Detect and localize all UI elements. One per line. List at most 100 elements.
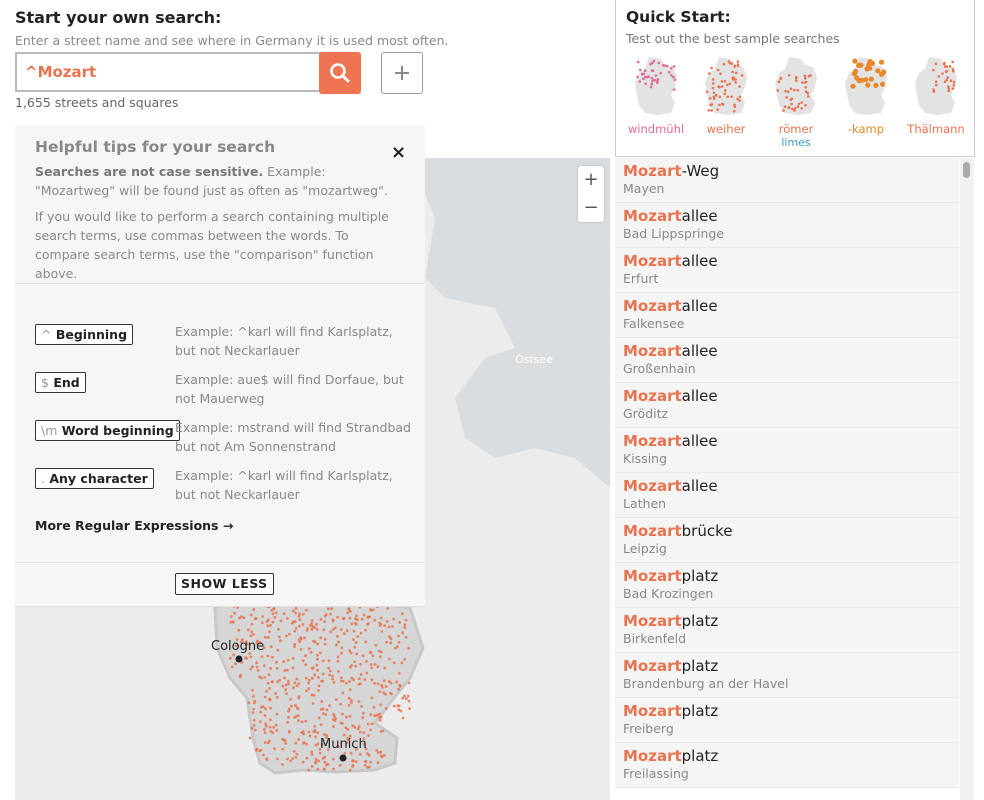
zoom-control: + − (578, 166, 604, 222)
street-suffix: allee (681, 207, 718, 225)
quick-start-item[interactable]: -kamp (831, 55, 901, 136)
result-row[interactable]: Mozartallee Bad Lippspringe (615, 203, 959, 248)
street-suffix: allee (681, 477, 718, 495)
show-less-button[interactable]: SHOW LESS (175, 573, 274, 595)
result-row[interactable]: Mozartallee Kissing (615, 428, 959, 473)
result-row[interactable]: Mozartplatz Freiberg (615, 698, 959, 743)
street-match: Mozart (623, 252, 682, 270)
regex-symbol: $ (41, 375, 49, 390)
street-suffix: platz (681, 567, 719, 585)
street-suffix: allee (681, 252, 718, 270)
street-name: Mozartallee (623, 383, 959, 405)
city-label-cologne: Cologne (211, 639, 264, 654)
regex-symbol: . (41, 471, 45, 486)
quick-start-label: windmühl (627, 122, 685, 136)
street-match: Mozart (623, 567, 682, 585)
street-match: Mozart (623, 612, 682, 630)
quick-start-sublabel: limes (781, 136, 811, 149)
regex-label: Word beginning (61, 423, 174, 438)
tips-panel: Helpful tips for your search × Searches … (15, 126, 425, 607)
result-row[interactable]: Mozartallee Erfurt (615, 248, 959, 293)
divider (15, 562, 425, 563)
germany-thumbnail (705, 57, 747, 115)
zoom-out-button[interactable]: − (578, 194, 604, 222)
street-match: Mozart (623, 162, 682, 180)
street-city: Bad Lippspringe (623, 226, 725, 241)
regex-example: Example: ^karl will find Karlsplatz, but… (175, 324, 393, 358)
result-row[interactable]: Mozartplatz Birkenfeld (615, 608, 959, 653)
street-suffix: brücke (681, 522, 733, 540)
street-name: Mozartbrücke (623, 518, 959, 540)
street-city: Freilassing (623, 766, 689, 781)
street-city: Bad Krozingen (623, 586, 714, 601)
regex-label: Beginning (55, 327, 128, 342)
quick-start-item[interactable]: römer limes (761, 55, 831, 149)
search-input[interactable] (15, 52, 323, 92)
divider (15, 283, 425, 284)
regex-example: Example: aue$ will find Dorfaue, but not… (175, 372, 404, 406)
search-header: Start your own search: Enter a street na… (15, 8, 455, 48)
result-row[interactable]: Mozartallee Gröditz (615, 383, 959, 428)
result-row[interactable]: Mozartplatz Bad Krozingen (615, 563, 959, 608)
tips-multi-paragraph: If you would like to perform a search co… (35, 209, 389, 281)
street-match: Mozart (623, 387, 682, 405)
results-list: Mozart-Weg Mayen Mozartallee Bad Lippspring… (615, 158, 959, 800)
germany-thumbnail (635, 57, 677, 115)
close-icon[interactable]: × (391, 142, 406, 163)
street-suffix: allee (681, 432, 718, 450)
germany-thumbnail (845, 57, 887, 115)
sea-label: Ostsee (515, 353, 553, 366)
quick-start-item[interactable]: windmühl (621, 55, 691, 136)
city-label-munich: Munich (320, 737, 367, 752)
germany-thumbnail (915, 57, 957, 115)
street-suffix: platz (681, 747, 719, 765)
results-scrollbar[interactable] (960, 158, 974, 800)
street-match: Mozart (623, 432, 682, 450)
regex-symbol: ^ (41, 327, 52, 342)
add-search-button[interactable] (381, 52, 423, 94)
street-city: Gröditz (623, 406, 669, 421)
street-match: Mozart (623, 657, 682, 675)
street-city: Brandenburg an der Havel (623, 676, 789, 691)
street-suffix: allee (681, 387, 718, 405)
tips-title: Helpful tips for your search (35, 138, 276, 156)
result-row[interactable]: Mozartallee Lathen (615, 473, 959, 518)
street-name: Mozartplatz (623, 608, 959, 630)
scrollbar-thumb[interactable] (963, 162, 970, 178)
regex-label: End (53, 375, 80, 390)
result-row[interactable]: Mozartplatz Brandenburg an der Havel (615, 653, 959, 698)
result-row[interactable]: Mozart-Weg Mayen (615, 158, 959, 203)
quick-start-title: Quick Start: (626, 8, 731, 26)
result-row[interactable]: Mozartallee Falkensee (615, 293, 959, 338)
street-name: Mozartallee (623, 293, 959, 315)
regex-tag: $ End (35, 372, 86, 393)
street-name: Mozart-Weg (623, 158, 959, 180)
result-row[interactable]: Mozartbrücke Leipzig (615, 518, 959, 563)
street-name: Mozartplatz (623, 698, 959, 720)
street-match: Mozart (623, 207, 682, 225)
quick-start-item[interactable]: Thälmann (901, 55, 971, 136)
quick-start-subtitle: Test out the best sample searches (626, 31, 840, 46)
regex-tag: \m Word beginning (35, 420, 180, 441)
search-button[interactable] (319, 52, 361, 94)
quick-start-item[interactable]: weiher (691, 55, 761, 136)
street-name: Mozartallee (623, 248, 959, 270)
street-name: Mozartallee (623, 473, 959, 495)
plus-icon (395, 66, 409, 80)
regex-tag: ^ Beginning (35, 324, 134, 345)
result-row[interactable]: Mozartplatz Freilassing (615, 743, 959, 788)
regex-tag: . Any character (35, 468, 154, 489)
street-suffix: allee (681, 297, 718, 315)
street-name: Mozartplatz (623, 563, 959, 585)
search-subtitle: Enter a street name and see where in Ger… (15, 33, 449, 48)
zoom-in-button[interactable]: + (578, 166, 604, 194)
more-regex-link[interactable]: More Regular Expressions → (35, 518, 233, 533)
street-match: Mozart (623, 297, 682, 315)
tips-case-bold: Searches are not case sensitive. (35, 164, 264, 179)
regex-example: Example: ^karl will find Karlsplatz, but… (175, 468, 393, 502)
search-icon (330, 63, 350, 83)
result-row[interactable]: Mozartallee Großenhain (615, 338, 959, 383)
street-city: Erfurt (623, 271, 659, 286)
germany-thumbnail (775, 57, 817, 115)
search-title: Start your own search: (15, 8, 222, 27)
